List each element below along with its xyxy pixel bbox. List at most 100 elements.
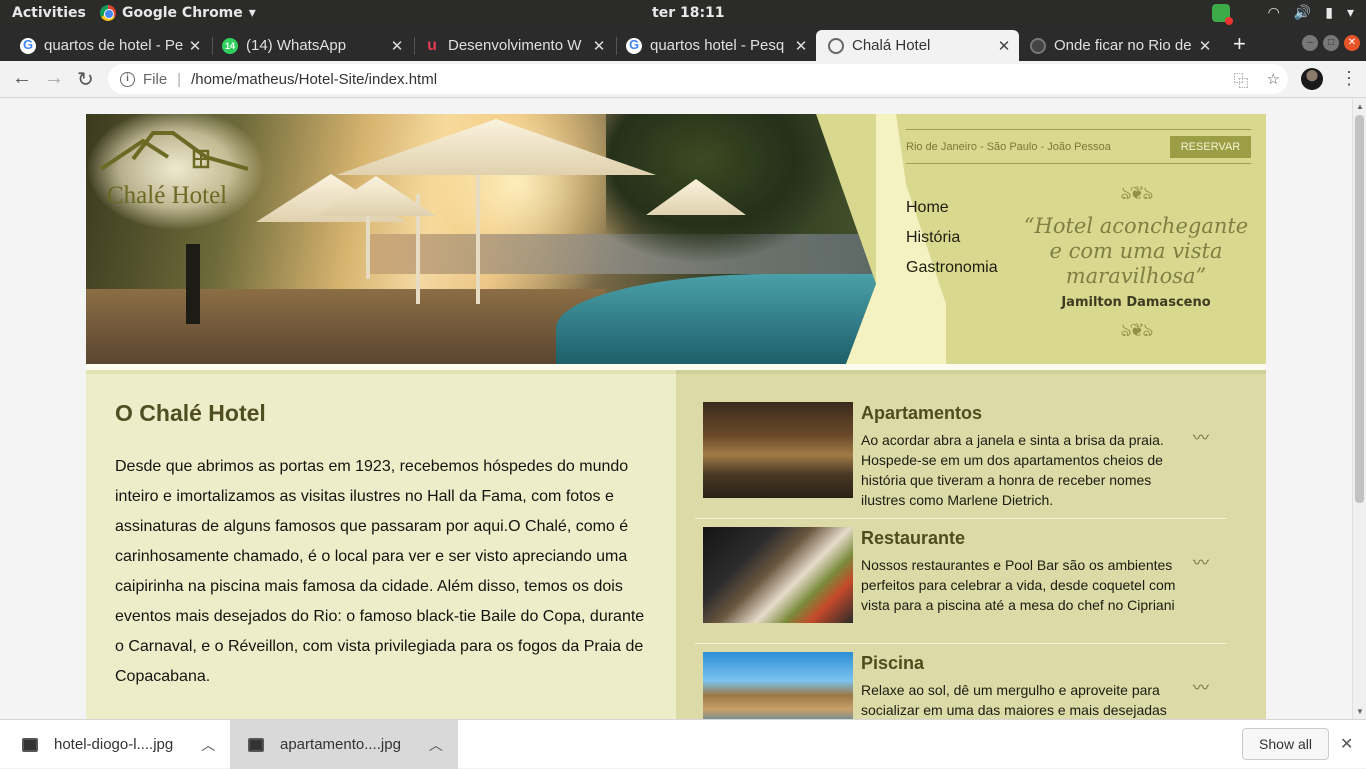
vertical-scrollbar[interactable]: ▲ ▼ [1352, 99, 1366, 719]
system-top-bar: Activities Google Chrome ▾ ter 18:11 ◠ 🔊… [0, 0, 1366, 27]
wave-ornament-icon: 〰 [1193, 680, 1210, 697]
tab-udemy[interactable]: u Desenvolvimento W ✕ [404, 30, 614, 61]
divider: | [177, 70, 182, 88]
minimize-icon[interactable]: – [1302, 35, 1318, 51]
main-content: O Chalé Hotel Desde que abrimos as porta… [86, 370, 1266, 719]
image-file-icon [22, 737, 38, 752]
bookmark-star-icon[interactable]: ☆ [1267, 70, 1280, 91]
scroll-up-icon[interactable]: ▲ [1356, 102, 1364, 111]
loading-icon [1030, 37, 1046, 54]
download-filename: hotel-diogo-l....jpg [54, 736, 174, 753]
menu-kebab-icon[interactable]: ⋮ [1340, 68, 1358, 89]
nav-home[interactable]: Home [906, 199, 998, 217]
new-tab-icon[interactable]: + [1233, 31, 1246, 57]
battery-icon: ▮ [1325, 5, 1333, 21]
app-menu[interactable]: Google Chrome ▾ [100, 5, 256, 21]
tab-strip: quartos de hotel - Pe ✕ 14 (14) WhatsApp… [0, 27, 1366, 61]
system-tray[interactable]: ◠ 🔊 ▮ ▾ [1211, 4, 1354, 25]
wave-ornament-icon: 〰 [1193, 555, 1210, 572]
tab-title: Chalá Hotel [852, 37, 931, 54]
about-title: O Chalé Hotel [115, 400, 266, 426]
caret-down-icon: ▾ [248, 5, 256, 21]
tab-title: quartos hotel - Pesq [650, 37, 785, 54]
scroll-down-icon[interactable]: ▼ [1356, 707, 1364, 716]
tab-whatsapp[interactable]: 14 (14) WhatsApp ✕ [202, 30, 412, 61]
address-bar[interactable]: i File | /home/matheus/Hotel-Site/index.… [108, 64, 1288, 94]
maximize-icon[interactable]: □ [1323, 35, 1339, 51]
google-icon [626, 37, 642, 54]
page-viewport: Chalé Hotel Rio de Janeiro - São Paulo -… [0, 99, 1352, 719]
activities-button[interactable]: Activities [12, 5, 86, 21]
tab-title: (14) WhatsApp [246, 37, 347, 54]
scrollbar-thumb[interactable] [1355, 115, 1364, 503]
site-logo[interactable]: Chalé Hotel [88, 114, 263, 229]
window-controls: – □ ✕ [1302, 35, 1360, 51]
nav-historia[interactable]: História [906, 229, 998, 247]
app-menu-label: Google Chrome [122, 5, 243, 21]
nav-gastronomia[interactable]: Gastronomia [906, 259, 998, 277]
feature-restaurante: Restaurante Nossos restaurantes e Pool B… [695, 527, 1228, 652]
clock[interactable]: ter 18:11 [652, 5, 725, 21]
site-header: Chalé Hotel Rio de Janeiro - São Paulo -… [86, 114, 1266, 364]
file-scheme-label: File [143, 70, 168, 88]
about-text: Desde que abrimos as portas em 1923, rec… [115, 458, 645, 685]
download-item[interactable]: apartamento....jpg ︿ [230, 720, 458, 769]
tab-title: Desenvolvimento W [448, 37, 582, 54]
close-window-icon[interactable]: ✕ [1344, 35, 1360, 51]
logo-text: Chalé Hotel [107, 182, 228, 209]
reload-icon[interactable]: ↻ [77, 67, 94, 92]
feature-apartamentos: Apartamentos Ao acordar abra a janela e … [695, 402, 1228, 527]
image-file-icon [248, 737, 264, 752]
chevron-up-icon[interactable]: ︿ [429, 735, 443, 755]
wifi-icon: ◠ [1267, 5, 1280, 21]
download-item[interactable]: hotel-diogo-l....jpg ︿ [0, 720, 228, 769]
back-arrow-icon[interactable]: ← [12, 67, 32, 90]
hotel-site: Chalé Hotel Rio de Janeiro - São Paulo -… [86, 114, 1266, 719]
restaurant-photo [703, 527, 853, 623]
chevron-up-icon[interactable]: ︿ [201, 735, 215, 755]
feature-text: Relaxe ao sol, dê um mergulho e aproveit… [861, 682, 1167, 718]
url-text[interactable]: /home/matheus/Hotel-Site/index.html [191, 71, 437, 88]
feature-piscina: Piscina Relaxe ao sol, dê um mergulho e … [703, 652, 1228, 719]
reserve-button[interactable]: RESERVAR [1170, 136, 1251, 158]
whatsapp-icon: 14 [222, 37, 238, 54]
feature-text: Ao acordar abra a janela e sinta a brisa… [861, 432, 1164, 508]
about-section: O Chalé Hotel Desde que abrimos as porta… [86, 370, 676, 719]
close-tab-icon[interactable]: ✕ [792, 37, 810, 55]
feature-title[interactable]: Restaurante [861, 528, 965, 549]
feature-title[interactable]: Apartamentos [861, 403, 982, 424]
forward-arrow-icon[interactable]: → [44, 67, 64, 90]
tab-title: quartos de hotel - Pe [44, 37, 184, 54]
main-nav: Home História Gastronomia [906, 199, 998, 289]
update-shield-icon[interactable] [1211, 4, 1233, 25]
tab-onde-ficar[interactable]: Onde ficar no Rio de ✕ [1010, 30, 1220, 61]
google-icon [20, 37, 36, 54]
pool-photo [703, 652, 853, 719]
feature-text: Nossos restaurantes e Pool Bar são os am… [861, 557, 1176, 613]
feature-title[interactable]: Piscina [861, 653, 924, 674]
apartment-photo [703, 402, 853, 498]
volume-icon: 🔊 [1293, 5, 1312, 21]
close-tab-icon[interactable]: ✕ [1196, 37, 1214, 55]
browser-toolbar: ← → ↻ i File | /home/matheus/Hotel-Site/… [0, 61, 1366, 98]
tab-google-search-1[interactable]: quartos de hotel - Pe ✕ [0, 30, 210, 61]
features-section: Apartamentos Ao acordar abra a janela e … [676, 370, 1266, 719]
profile-avatar[interactable] [1301, 68, 1323, 90]
header-panel: Rio de Janeiro - São Paulo - João Pessoa… [906, 129, 1251, 359]
globe-icon [828, 37, 844, 54]
show-all-button[interactable]: Show all [1242, 728, 1329, 760]
locations-text: Rio de Janeiro - São Paulo - João Pessoa [906, 141, 1111, 153]
ornament-icon: ঌ❦ঌ [1120, 183, 1154, 203]
locations-bar: Rio de Janeiro - São Paulo - João Pessoa… [906, 129, 1251, 164]
translate-icon[interactable]: ⿻ [1234, 70, 1249, 91]
wave-ornament-icon: 〰 [1193, 430, 1210, 447]
close-icon[interactable]: ✕ [1340, 734, 1353, 754]
testimonial-quote: “Hotel aconchegante e com uma vista mara… [1023, 214, 1249, 288]
caret-down-icon: ▾ [1346, 5, 1354, 21]
chalet-roof-icon [99, 131, 248, 171]
download-shelf: hotel-diogo-l....jpg ︿ apartamento....jp… [0, 719, 1366, 769]
tab-chala-hotel[interactable]: Chalá Hotel ✕ [816, 30, 1019, 61]
tab-google-search-2[interactable]: quartos hotel - Pesq ✕ [606, 30, 816, 61]
info-icon[interactable]: i [120, 71, 135, 87]
tab-title: Onde ficar no Rio de [1054, 37, 1192, 54]
